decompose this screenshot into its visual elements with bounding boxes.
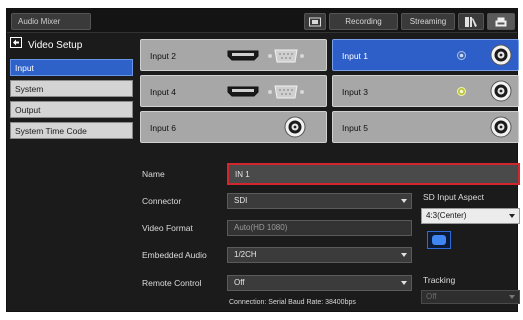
input-4-button[interactable]: Input 4 [140,75,327,107]
top-bar: Audio Mixer Recording Streaming [7,9,517,33]
input-6-button[interactable]: Input 6 [140,111,327,143]
chevron-down-icon [509,214,515,218]
hdmi-icon [227,50,259,61]
dsub-icon [268,49,304,63]
connector-dropdown[interactable]: SDI [227,193,412,209]
dsub-icon [268,85,304,99]
sidebar-item-input[interactable]: Input [10,59,133,76]
input-label: Input 6 [150,123,176,133]
tracking-label: Tracking [423,275,456,285]
monitor-icon [309,17,321,26]
audio-mixer-tab[interactable]: Audio Mixer [11,13,91,30]
streaming-button[interactable]: Streaming [401,13,455,30]
remote-control-dropdown[interactable]: Off [227,275,412,291]
remote-control-value: Off [234,278,245,287]
hdmi-icon [227,86,259,97]
input-label: Input 1 [342,51,368,61]
bnc-icon [284,116,306,138]
embedded-audio-dropdown[interactable]: 1/2CH [227,247,412,263]
back-arrow-icon[interactable] [10,37,22,54]
sidebar: Video Setup Input System Output System T… [10,37,134,309]
input-2-button[interactable]: Input 2 [140,39,327,71]
chevron-down-icon [401,253,407,257]
sd-input-aspect-label: SD Input Aspect [423,192,484,202]
name-field[interactable]: IN 1 [227,163,520,185]
settings-button[interactable] [487,13,515,30]
media-button[interactable] [458,13,484,30]
chevron-down-icon [509,295,515,299]
sidebar-item-system[interactable]: System [10,80,133,97]
tracking-value: Off [426,292,437,301]
input-label: Input 4 [150,87,176,97]
name-label: Name [142,169,165,179]
sd-input-aspect-value: 4:3(Center) [426,211,467,220]
recording-button[interactable]: Recording [329,13,398,30]
sidebar-header: Video Setup [10,37,134,53]
connection-info: Connection: Serial Baud Rate: 38400bps [229,299,356,306]
input-1-button[interactable]: Input 1 [332,39,519,71]
input-3-button[interactable]: Input 3 [332,75,519,107]
connector-value: SDI [234,196,248,205]
input-label: Input 2 [150,51,176,61]
chevron-down-icon [401,199,407,203]
input-label: Input 5 [342,123,368,133]
bnc-icon [490,80,512,102]
status-led-icon [457,87,466,96]
tracking-dropdown: Off [421,290,520,304]
embedded-audio-label: Embedded Audio [142,250,207,260]
monitor-button[interactable] [304,13,326,30]
sidebar-item-system-time-code[interactable]: System Time Code [10,122,133,139]
video-format-field: Auto(HD 1080) [227,220,412,236]
video-setup-window: Audio Mixer Recording Streaming Video Se… [6,8,520,312]
remote-control-label: Remote Control [142,278,202,288]
sidebar-item-output[interactable]: Output [10,101,133,118]
bnc-icon [490,44,512,66]
settings-icon [495,17,507,26]
video-format-label: Video Format [142,223,193,233]
input-5-button[interactable]: Input 5 [332,111,519,143]
sidebar-title: Video Setup [28,40,83,52]
aspect-preview-icon [427,231,451,249]
connector-label: Connector [142,196,182,206]
bnc-icon [490,116,512,138]
input-label: Input 3 [342,87,368,97]
media-icon [465,16,477,27]
status-led-icon [457,51,466,60]
sd-input-aspect-dropdown[interactable]: 4:3(Center) [421,208,520,224]
chevron-down-icon [401,281,407,285]
embedded-audio-value: 1/2CH [234,250,257,259]
